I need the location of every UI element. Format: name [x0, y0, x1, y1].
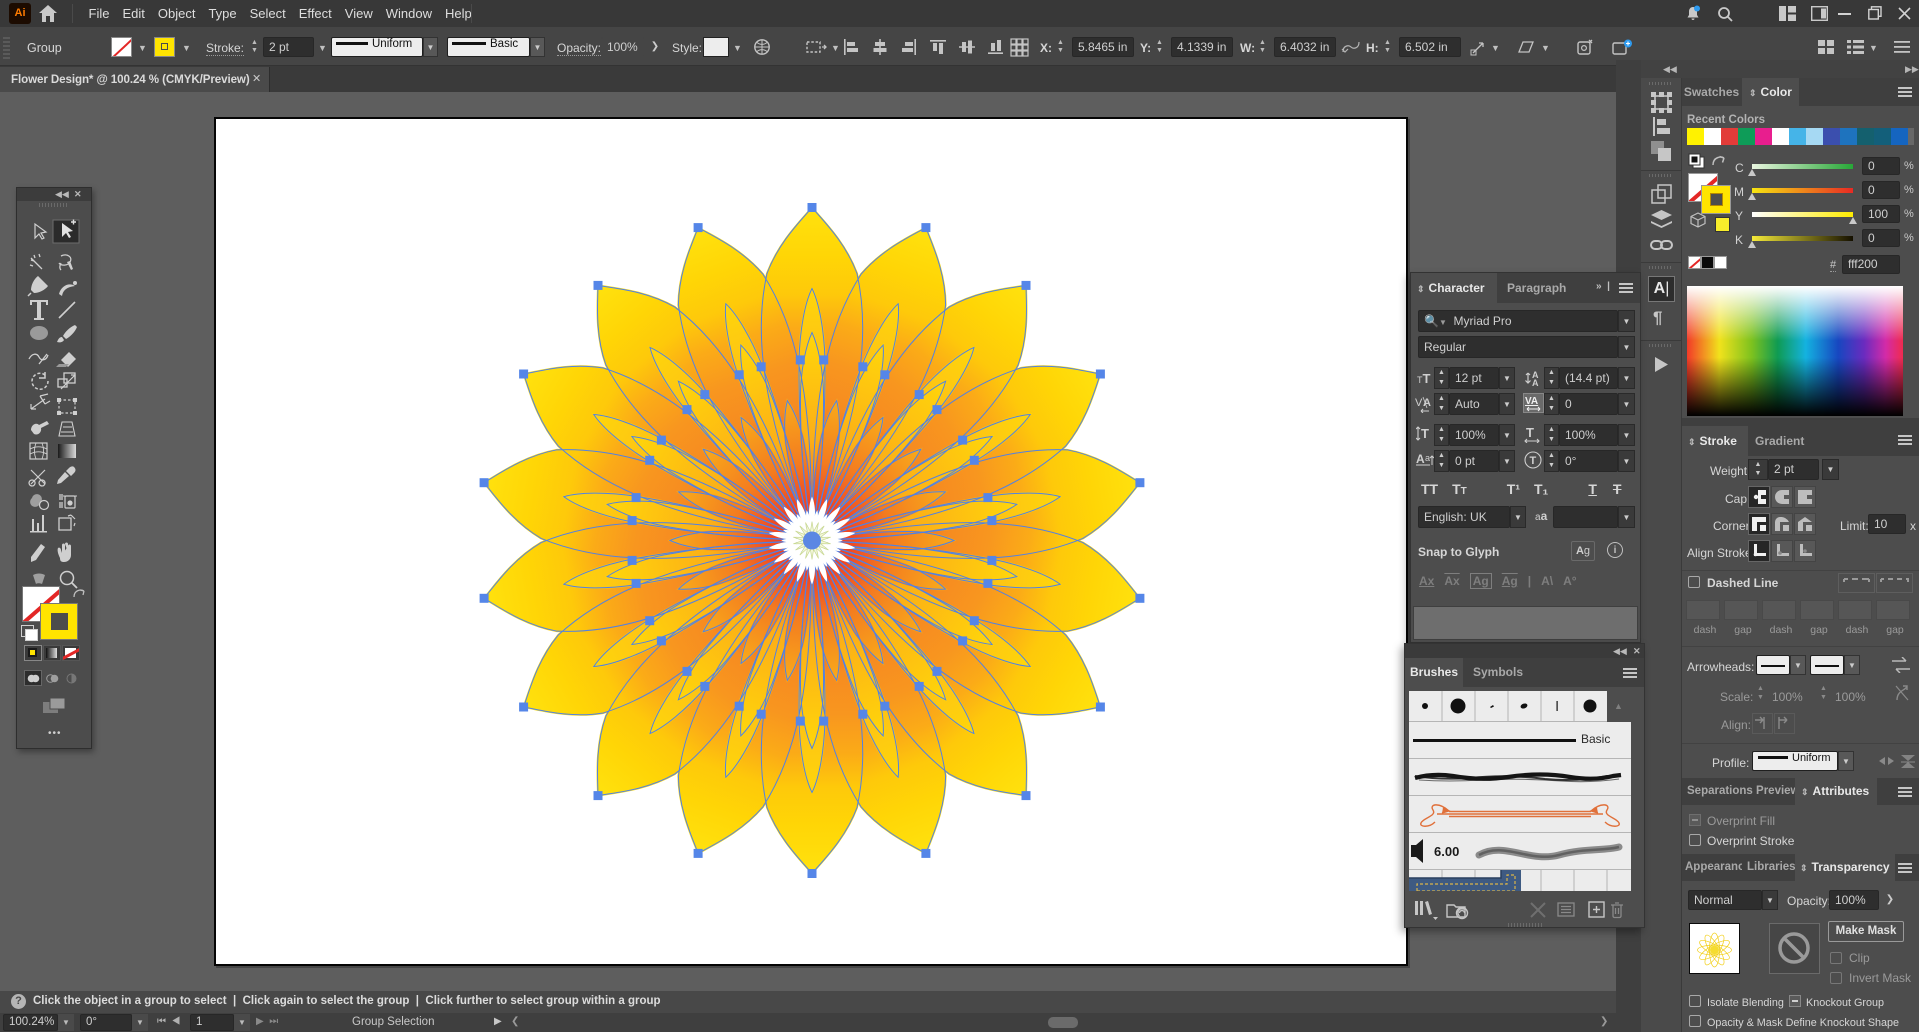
svg-text:A: A — [1416, 452, 1425, 466]
svg-text:a: a — [1425, 453, 1430, 463]
svg-text:A: A — [1532, 378, 1539, 387]
svg-text:VA: VA — [1525, 396, 1538, 407]
svg-text:T: T — [1421, 426, 1429, 441]
svg-text:T: T — [1530, 455, 1537, 467]
svg-text:6.00: 6.00 — [1434, 844, 1459, 859]
svg-text:T: T — [1526, 425, 1534, 440]
svg-text:V: V — [1415, 397, 1423, 409]
